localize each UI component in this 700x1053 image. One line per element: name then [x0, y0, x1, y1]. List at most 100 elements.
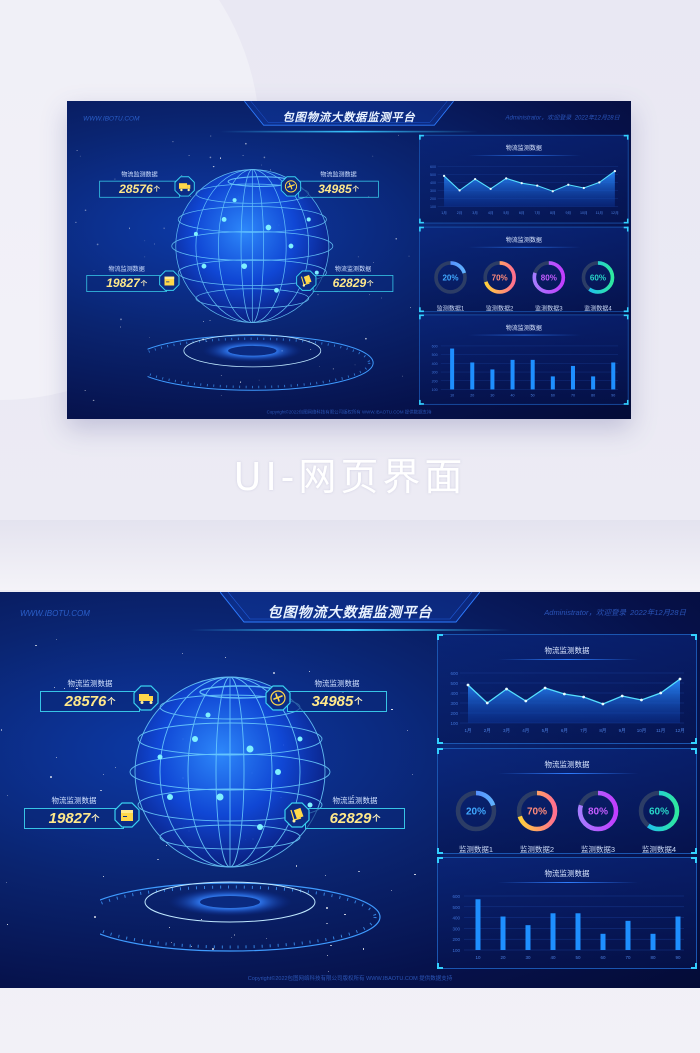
bar[interactable]	[510, 359, 515, 390]
bar[interactable]	[675, 916, 681, 950]
airplane-icon	[280, 176, 302, 197]
bar-chart-panel: 物流监测数据 100 200 300 400 500 600 10 20 30 40 50 60 70 8…	[419, 314, 629, 405]
data-point[interactable]	[442, 174, 446, 178]
bar[interactable]	[470, 362, 475, 390]
line-chart-panel: 物流监测数据 100 200 300 400 500 600 1月 2月 3月 4月 5月 6月 7月 8…	[419, 134, 629, 224]
stat-value: 28576	[119, 182, 153, 197]
data-point[interactable]	[601, 702, 605, 706]
data-point[interactable]	[536, 184, 539, 187]
data-point[interactable]	[659, 691, 663, 695]
stat-card-2: 物流监测数据 34985 个	[298, 170, 379, 198]
data-point[interactable]	[598, 181, 601, 184]
x-tick-label: 20	[470, 394, 474, 398]
bar[interactable]	[490, 369, 495, 390]
data-point[interactable]	[567, 183, 570, 186]
dashboard-preview-thumbnail: WWW.IBOTU.COM 包图物流大数据监测平台 Administrator，…	[67, 101, 631, 419]
corner-accent	[437, 848, 443, 854]
donut-label: 监测数据3	[580, 845, 616, 854]
stat-label: 物流监测数据	[332, 796, 378, 805]
data-point[interactable]	[489, 187, 492, 190]
data-point[interactable]	[458, 189, 461, 192]
site-url[interactable]: WWW.IBOTU.COM	[83, 115, 139, 122]
star-dot	[245, 142, 247, 145]
star-dot	[1, 729, 3, 731]
x-tick-label: 3月	[503, 728, 510, 734]
bar[interactable]	[500, 916, 506, 950]
greeting-text[interactable]: Administrator，欢迎登录	[544, 608, 626, 617]
y-tick-label: 400	[432, 362, 438, 366]
x-tick-label: 90	[611, 394, 615, 398]
stat-card-2: 物流监测数据 34985 个	[287, 678, 387, 712]
data-point[interactable]	[640, 698, 643, 702]
x-tick-label: 40	[511, 394, 515, 398]
bar[interactable]	[591, 376, 596, 390]
data-point[interactable]	[466, 683, 470, 687]
page-title: 包图物流大数据监测平台	[282, 110, 416, 124]
star-dot	[94, 915, 96, 918]
stat-card-4: 物流监测数据 62829 个	[312, 265, 394, 292]
bar[interactable]	[550, 913, 556, 950]
stat-value: 19827	[106, 276, 140, 291]
data-point[interactable]	[473, 178, 477, 181]
donut-label: 监测数据2	[485, 304, 514, 313]
bar[interactable]	[450, 348, 455, 390]
bar[interactable]	[611, 362, 616, 390]
bar[interactable]	[600, 933, 606, 950]
star-dot	[120, 318, 122, 320]
data-point[interactable]	[505, 177, 508, 180]
data-point[interactable]	[551, 190, 554, 193]
date-text: 2022年12月28日	[630, 608, 686, 617]
bar-chart: 100 200 300 400 500 600 10 20 30 40 50 60 70 80 90	[432, 345, 619, 398]
donut-percent: 60%	[590, 273, 606, 282]
data-point[interactable]	[582, 695, 586, 699]
donut-percent: 70%	[492, 273, 508, 282]
data-point[interactable]	[613, 169, 617, 173]
bar[interactable]	[550, 376, 555, 390]
header-title-frame: 包图物流大数据监测平台	[220, 592, 480, 628]
donut-ring: 70%	[483, 261, 516, 294]
stat-value-box: 34985 个	[287, 691, 387, 712]
stat-value: 62829	[329, 810, 372, 827]
data-point[interactable]	[678, 677, 682, 681]
stat-label: 物流监测数据	[67, 679, 113, 688]
data-point[interactable]	[562, 692, 566, 696]
data-point[interactable]	[505, 687, 508, 691]
corner-accent	[437, 748, 443, 754]
stat-card-3: 物流监测数据 19827 个	[24, 795, 124, 829]
site-url[interactable]: WWW.IBOTU.COM	[20, 609, 90, 618]
data-point[interactable]	[524, 699, 528, 703]
dashboard-full-view: WWW.IBOTU.COM 包图物流大数据监测平台 Administrator，…	[0, 592, 700, 988]
bar[interactable]	[575, 913, 581, 950]
stat-card-4: 物流监测数据 62829 个	[305, 795, 405, 829]
x-tick-label: 50	[531, 394, 535, 398]
star-dot	[6, 881, 7, 883]
data-point[interactable]	[620, 694, 624, 698]
delivery-truck-icon	[133, 685, 159, 711]
bar[interactable]	[570, 365, 575, 390]
donut-percent: 20%	[442, 273, 458, 282]
star-dot	[55, 638, 58, 641]
bar-chart-panel: 物流监测数据 100 200 300 400 500 600 10 20 30 40 50 60 70 8…	[437, 857, 697, 969]
stat-label: 物流监测数据	[51, 796, 97, 805]
data-point[interactable]	[485, 701, 489, 705]
y-tick-label: 100	[430, 205, 436, 209]
donut-gauge-2: 70% 监测数据2	[515, 789, 559, 855]
donut-label: 监测数据4	[584, 304, 612, 313]
bar[interactable]	[625, 920, 631, 950]
x-tick-label: 80	[591, 394, 595, 398]
corner-accent	[623, 307, 629, 313]
y-tick-label: 400	[452, 916, 460, 921]
data-point[interactable]	[543, 686, 547, 690]
donut-ring: 20%	[455, 790, 497, 832]
bar[interactable]	[525, 925, 531, 950]
y-tick-label: 600	[450, 671, 458, 676]
data-point[interactable]	[520, 182, 523, 185]
data-point[interactable]	[582, 186, 585, 190]
bar[interactable]	[650, 933, 656, 950]
bar[interactable]	[475, 899, 481, 950]
panel-title: 物流监测数据	[505, 236, 542, 244]
bar[interactable]	[530, 359, 535, 390]
delivery-truck-icon	[174, 176, 195, 197]
greeting-text[interactable]: Administrator，欢迎登录	[506, 114, 572, 121]
package-box-icon	[114, 802, 140, 828]
